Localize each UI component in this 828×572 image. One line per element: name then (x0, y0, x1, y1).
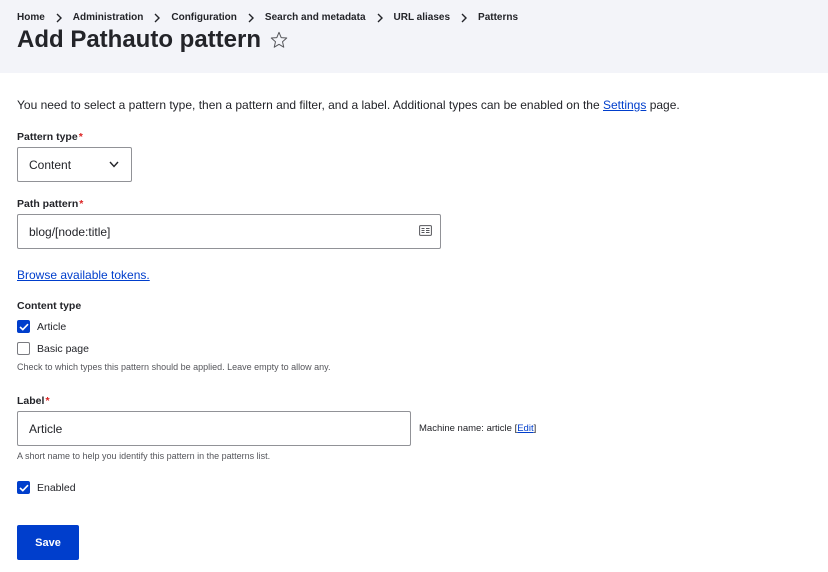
machine-name: Machine name: article [Edit] (419, 423, 537, 434)
path-pattern-label: Path pattern* (17, 198, 83, 210)
label-field-label: Label* (17, 395, 50, 407)
pattern-type-select[interactable]: Content (17, 147, 132, 182)
label-input[interactable]: Article (17, 411, 411, 446)
chevron-right-icon (56, 13, 62, 22)
save-button[interactable]: Save (17, 525, 79, 560)
content-type-article-option[interactable]: Article (17, 320, 66, 333)
machine-name-edit-link[interactable]: Edit (517, 423, 533, 434)
required-marker: * (45, 395, 50, 407)
basic-page-checkbox-label: Basic page (37, 342, 89, 355)
label-description: A short name to help you identify this p… (17, 451, 271, 461)
chevron-right-icon (461, 13, 468, 22)
article-checkbox-label: Article (37, 320, 67, 333)
checkmark-icon (18, 323, 29, 331)
basic-page-checkbox[interactable] (17, 342, 30, 355)
star-icon[interactable] (270, 31, 288, 49)
chevron-down-icon (109, 161, 119, 168)
breadcrumb-url-aliases[interactable]: URL aliases (394, 12, 451, 23)
pattern-type-label: Pattern type* (17, 131, 83, 143)
chevron-right-icon (377, 13, 383, 22)
enabled-checkbox-label: Enabled (37, 481, 76, 494)
enabled-checkbox[interactable] (17, 481, 30, 494)
breadcrumb-patterns[interactable]: Patterns (478, 12, 518, 23)
content-type-description: Check to which types this pattern should… (17, 362, 331, 372)
intro-text-body: You need to select a pattern type, then … (17, 98, 603, 112)
label-input-value: Article (29, 421, 63, 436)
breadcrumb-administration[interactable]: Administration (73, 12, 144, 23)
page-title-text: Add Pathauto pattern (17, 26, 261, 53)
pattern-type-selected: Content (29, 157, 72, 172)
intro-text-suffix: page. (646, 98, 680, 112)
breadcrumb-home[interactable]: Home (17, 12, 45, 23)
token-browser-icon[interactable] (419, 225, 432, 236)
machine-name-text: Machine name: article (419, 423, 515, 434)
chevron-right-icon (154, 13, 161, 22)
pattern-type-label-text: Pattern type (17, 131, 78, 143)
breadcrumb-search-metadata[interactable]: Search and metadata (265, 12, 366, 23)
path-pattern-input[interactable]: blog/[node:title] (17, 214, 441, 249)
enabled-option[interactable]: Enabled (17, 481, 76, 494)
checkmark-icon (18, 484, 29, 492)
intro-text: You need to select a pattern type, then … (17, 98, 680, 112)
path-pattern-label-text: Path pattern (17, 198, 79, 210)
breadcrumb: Home Administration Configuration Search… (17, 12, 518, 23)
content-type-basic-page-option[interactable]: Basic page (17, 342, 89, 355)
page-header: Home Administration Configuration Search… (0, 0, 828, 73)
browse-tokens-link[interactable]: Browse available tokens. (17, 268, 150, 282)
breadcrumb-configuration[interactable]: Configuration (171, 12, 237, 23)
settings-link[interactable]: Settings (603, 98, 646, 112)
path-pattern-value: blog/[node:title] (29, 224, 111, 239)
label-field-label-text: Label (17, 395, 45, 407)
required-marker: * (79, 198, 84, 210)
required-marker: * (78, 131, 83, 143)
content-type-label: Content type (17, 300, 82, 312)
page-title: Add Pathauto pattern (17, 26, 288, 54)
article-checkbox[interactable] (17, 320, 30, 333)
chevron-right-icon (248, 13, 254, 22)
